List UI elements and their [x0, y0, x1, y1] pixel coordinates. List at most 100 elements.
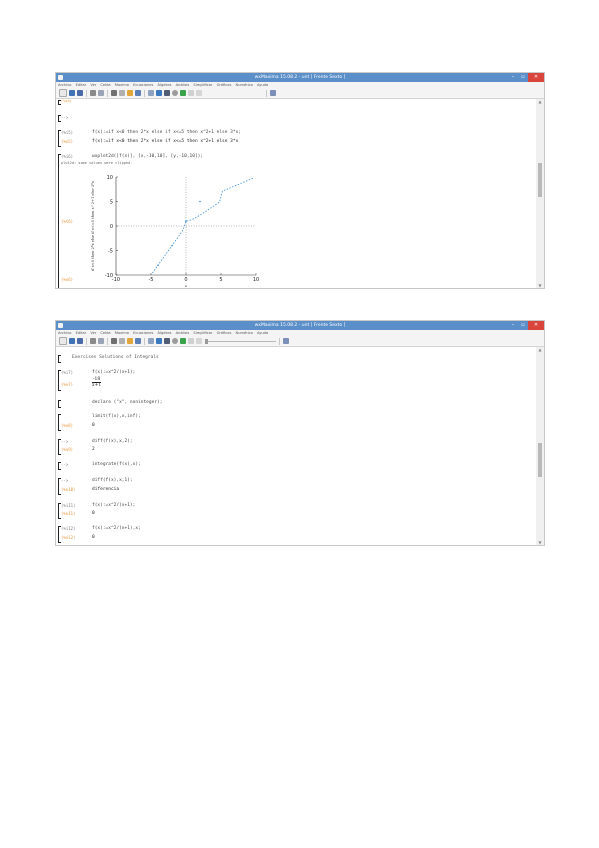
input-code[interactable]: f(x):=x^2/(x+1); — [92, 370, 135, 375]
menu-graficos[interactable]: Gráficos — [217, 83, 232, 87]
menu-maxima[interactable]: Maxima — [115, 83, 129, 87]
select-all-icon[interactable] — [135, 338, 141, 344]
output-label: (%o10) — [61, 487, 76, 492]
close-button[interactable]: ✕ — [528, 321, 544, 330]
new-document-icon[interactable] — [59, 337, 67, 345]
menu-celda[interactable]: Celda — [100, 83, 110, 87]
scrollbar-thumb[interactable] — [538, 163, 542, 197]
open-folder-icon[interactable] — [69, 338, 75, 344]
menu-graficos[interactable]: Gráficos — [217, 331, 232, 335]
play-icon[interactable] — [188, 90, 194, 96]
menu-simplificar[interactable]: Simplificar — [193, 83, 212, 87]
vertical-scrollbar[interactable]: ▲ ▼ — [536, 99, 544, 288]
menu-maxima[interactable]: Maxima — [115, 331, 129, 335]
menu-archivo[interactable]: Archivo — [58, 331, 71, 335]
output-expression: 0 — [92, 423, 95, 428]
stop-icon[interactable] — [164, 338, 170, 344]
input-code[interactable]: f(x):=x^2/(x+1),x; — [92, 526, 141, 531]
input-code[interactable]: f(x):=if x<0 then 2*x else if x<=5 then … — [92, 130, 241, 135]
minimize-button[interactable]: – — [508, 321, 518, 330]
symbols-icon[interactable] — [283, 338, 289, 344]
worksheet[interactable]: (%o4) --> (%i5) f(x):=if x<0 then 2*x el… — [56, 99, 536, 288]
vertical-scrollbar[interactable]: ▲ ▼ — [536, 347, 544, 545]
window-title: wxMaxima 15.08.2 - unt [ Frente Sexto ] — [254, 323, 346, 328]
menu-algebra[interactable]: Álgebra — [158, 331, 172, 335]
help-icon[interactable] — [196, 90, 202, 96]
worksheet[interactable]: Exercises Solutions of Integrals (%i7) f… — [56, 347, 536, 545]
menu-ver[interactable]: Ver — [90, 331, 96, 335]
cut-icon[interactable] — [111, 338, 117, 344]
stop-icon[interactable] — [164, 90, 170, 96]
scroll-down-icon[interactable]: ▼ — [537, 283, 543, 288]
close-button[interactable]: ✕ — [528, 73, 544, 82]
menu-celda[interactable]: Celda — [100, 331, 110, 335]
play-icon[interactable] — [188, 338, 194, 344]
input-prompt: (%i7) — [61, 370, 74, 375]
text-cell[interactable]: Exercises Solutions of Integrals — [72, 355, 159, 360]
preferences-icon[interactable] — [98, 90, 104, 96]
scroll-up-icon[interactable]: ▲ — [537, 347, 543, 352]
copy-icon[interactable] — [119, 90, 125, 96]
input-prompt: --> — [61, 439, 69, 444]
menu-numerico[interactable]: Numérico — [236, 331, 253, 335]
input-code[interactable]: diff(f(x),x,1); — [92, 478, 133, 483]
copy-icon[interactable] — [119, 338, 125, 344]
refresh-icon[interactable] — [156, 90, 162, 96]
menu-editar[interactable]: Editar — [76, 331, 87, 335]
find-icon[interactable] — [148, 90, 154, 96]
menu-ayuda[interactable]: Ayuda — [257, 83, 268, 87]
menu-ecuaciones[interactable]: Ecuaciones — [133, 83, 153, 87]
fraction-denominator: x+1 — [92, 383, 102, 388]
menu-archivo[interactable]: Archivo — [58, 83, 71, 87]
text-cell[interactable]: declare ("x", noninteger); — [92, 400, 162, 405]
menu-editar[interactable]: Editar — [76, 83, 87, 87]
input-code[interactable]: limit(f(x),x,inf); — [92, 414, 141, 419]
maximize-button[interactable]: ▫ — [518, 73, 528, 82]
window-title: wxMaxima 15.08.2 - unt [ Frente Sexto ] — [254, 75, 346, 80]
input-code[interactable]: wxplot2d([f(x)], [x,-10,10], [y,-10,10])… — [92, 154, 203, 159]
cell-bracket[interactable] — [58, 400, 61, 408]
menu-analisis[interactable]: Análisis — [176, 331, 190, 335]
scrollbar-thumb[interactable] — [538, 443, 542, 477]
output-label: (%o9) — [61, 447, 74, 452]
maximize-button[interactable]: ▫ — [518, 321, 528, 330]
print-icon[interactable] — [90, 90, 96, 96]
menu-simplificar[interactable]: Simplificar — [193, 331, 212, 335]
symbols-icon[interactable] — [270, 90, 276, 96]
help-icon[interactable] — [196, 338, 202, 344]
menu-ayuda[interactable]: Ayuda — [257, 331, 268, 335]
menu-numerico[interactable]: Numérico — [236, 83, 253, 87]
input-code[interactable]: f(x):=x^2/(x+1); — [92, 503, 135, 508]
menu-ver[interactable]: Ver — [90, 83, 96, 87]
new-document-icon[interactable] — [59, 89, 67, 97]
x-tick-label: -5 — [149, 277, 154, 283]
print-icon[interactable] — [90, 338, 96, 344]
select-all-icon[interactable] — [135, 90, 141, 96]
paste-icon[interactable] — [127, 90, 133, 96]
scroll-down-icon[interactable]: ▼ — [537, 540, 543, 545]
input-code[interactable]: diff(f(x),x,2); — [92, 439, 133, 444]
preferences-icon[interactable] — [98, 338, 104, 344]
minimize-button[interactable]: – — [508, 73, 518, 82]
output-label: (%o12) — [61, 535, 76, 540]
cut-icon[interactable] — [111, 90, 117, 96]
settings-icon[interactable] — [172, 90, 178, 96]
open-folder-icon[interactable] — [69, 90, 75, 96]
settings-icon[interactable] — [172, 338, 178, 344]
download-icon[interactable] — [180, 90, 186, 96]
animation-slider[interactable] — [205, 338, 276, 344]
download-icon[interactable] — [180, 338, 186, 344]
save-icon[interactable] — [77, 90, 83, 96]
input-code[interactable]: integrate(f(x),x); — [92, 462, 141, 467]
menu-algebra[interactable]: Álgebra — [158, 83, 172, 87]
save-icon[interactable] — [77, 338, 83, 344]
paste-icon[interactable] — [127, 338, 133, 344]
find-icon[interactable] — [148, 338, 154, 344]
menu-ecuaciones[interactable]: Ecuaciones — [133, 331, 153, 335]
scroll-up-icon[interactable]: ▲ — [537, 99, 543, 104]
series-line — [152, 177, 254, 274]
refresh-icon[interactable] — [156, 338, 162, 344]
cell-bracket[interactable] — [58, 355, 61, 363]
toolbar-separator — [266, 89, 267, 97]
menu-analisis[interactable]: Análisis — [176, 83, 190, 87]
